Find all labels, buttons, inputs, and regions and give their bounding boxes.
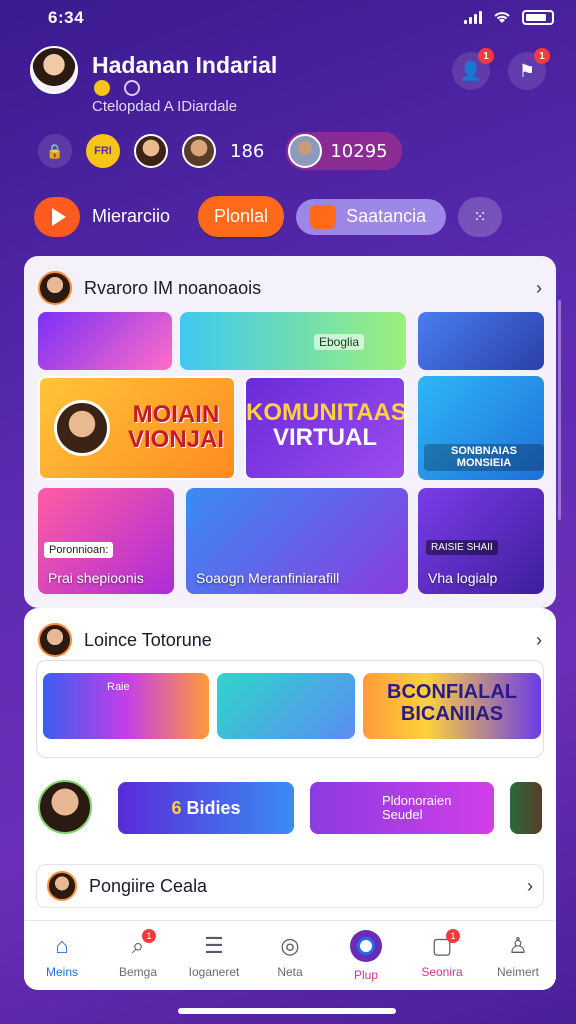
tile-label: Prai shepioonis xyxy=(48,570,144,586)
promo-row: 6 Bidies Pldonoraien Seudel xyxy=(38,780,542,836)
feed-tile[interactable]: SONBNAIAS MONSIEIA xyxy=(418,376,544,480)
play-label: Mierarciio xyxy=(92,206,171,226)
list-avatar xyxy=(47,871,77,901)
feed-tile-featured[interactable]: KOMUNITAAS VIRTUAL xyxy=(244,376,406,480)
chevron-right-icon[interactable]: › xyxy=(527,876,533,897)
signal-icon xyxy=(464,10,482,24)
friend-avatar[interactable] xyxy=(182,134,216,168)
tile-tag: RAISIE SHAII xyxy=(426,540,498,555)
tile-headline: KOMUNITAAS VIRTUAL xyxy=(246,399,406,452)
feed-avatar xyxy=(38,271,72,305)
friends-count: 186 xyxy=(230,140,265,162)
feed-card: Rvaroro IM noanoaois › Eboglia MOIAIN VIO… xyxy=(24,256,556,608)
list-title: Pongiire Ceala xyxy=(89,875,208,896)
nav-notes[interactable]: ☰ Ioganeret xyxy=(179,933,249,979)
tile-tag: Eboglia xyxy=(314,334,365,350)
tile-headline: SONBNAIAS MONSIEIA xyxy=(424,444,544,472)
chat-icon xyxy=(310,204,337,229)
wifi-icon xyxy=(494,12,510,23)
stats-row: 🔒 FRI 186 10295 xyxy=(38,132,402,170)
carousel-tag: Raie xyxy=(107,681,130,693)
group-avatar xyxy=(288,134,323,168)
status-time: 6:34 xyxy=(48,8,85,27)
profile-icon: ♙ xyxy=(508,932,528,958)
home-icon: ⌂ xyxy=(55,932,69,958)
nav-home[interactable]: ⌂ Meins xyxy=(27,933,97,979)
tile-label: Vha logialp xyxy=(428,570,498,586)
grid-dots-icon: ⁙ xyxy=(473,208,487,226)
feed-card-header[interactable]: Rvaroro IM noanoaois › xyxy=(24,256,556,308)
notifications-button[interactable]: 👤 1 xyxy=(452,48,494,90)
nav-search[interactable]: ⌕ 1 Bemga xyxy=(103,928,173,979)
tile-face xyxy=(54,400,110,456)
list-item[interactable]: Pongiire Ceala › xyxy=(36,864,544,908)
secondary-button[interactable]: Saatancia xyxy=(296,198,447,235)
alerts-button[interactable]: ⚑ 1 xyxy=(508,48,550,90)
carousel-headline: BCONFIALAL BICANIIAS xyxy=(387,681,517,725)
carousel-item[interactable] xyxy=(217,673,355,739)
alert-badge: 1 xyxy=(534,48,550,64)
carousel-item[interactable]: BCONFIALAL BICANIIAS xyxy=(363,673,541,739)
bell-user-icon: 👤 xyxy=(459,60,483,81)
home-indicator[interactable] xyxy=(178,1008,396,1014)
tile-tag: Poronnioan: xyxy=(44,542,114,558)
secondary-label: Saatancia xyxy=(346,206,427,226)
explore-icon: ◎ xyxy=(280,932,300,958)
status-icons xyxy=(464,9,554,25)
nav-explore[interactable]: ◎ Neta xyxy=(255,933,325,979)
chevron-right-icon[interactable]: › xyxy=(536,278,542,299)
carousel-strip: Raie BCONFIALAL BICANIIAS xyxy=(36,660,544,758)
nav-badge: 1 xyxy=(142,928,156,943)
nav-badge: 1 xyxy=(446,928,460,943)
action-row: Mierarciio Plonlal Saatancia ⁙ xyxy=(34,196,503,237)
section-avatar xyxy=(38,623,72,657)
section-title: Loince Totorune xyxy=(84,629,212,650)
profile-subtitle: Ctelopdad A IDiardale xyxy=(92,98,238,115)
promo-avatar[interactable] xyxy=(38,780,92,834)
feed-tile[interactable]: RAISIE SHAII Vha logialp xyxy=(418,488,544,594)
play-button[interactable]: Mierarciio xyxy=(34,196,171,237)
promo-button[interactable] xyxy=(510,782,542,834)
gold-chip[interactable]: FRI xyxy=(86,134,120,168)
primary-button[interactable]: Plonlal xyxy=(198,196,285,237)
feed-title: Rvaroro IM noanoaois xyxy=(84,277,262,298)
score-pill[interactable]: 10295 xyxy=(286,132,402,170)
gold-badge-icon xyxy=(94,80,110,96)
nav-inbox[interactable]: ▢ 1 Seonira xyxy=(407,928,477,979)
feed-tile[interactable]: Poronnioan: Prai shepioonis xyxy=(38,488,174,594)
more-button[interactable]: ⁙ xyxy=(458,196,503,237)
promo-button[interactable]: Pldonoraien Seudel xyxy=(310,782,494,834)
bottom-nav: ⌂ Meins ⌕ 1 Bemga ☰ Ioganeret ◎ Neta Plup… xyxy=(24,920,556,990)
alert-icon: ⚑ xyxy=(518,60,536,81)
carousel-item[interactable]: Raie xyxy=(43,673,209,739)
nav-play[interactable]: Plup xyxy=(331,929,401,982)
lock-chip[interactable]: 🔒 xyxy=(38,134,72,168)
chevron-right-icon[interactable]: › xyxy=(536,630,542,651)
profile-badges xyxy=(94,80,140,96)
score-value: 10295 xyxy=(330,140,388,162)
feed-tile[interactable] xyxy=(38,312,172,370)
feed-tile[interactable]: Eboglia xyxy=(180,312,406,370)
scrollbar[interactable] xyxy=(558,300,561,520)
search-icon: ⌕ 1 xyxy=(124,928,156,959)
feed-tile[interactable]: Soaogn Meranfiniarafill xyxy=(186,488,408,594)
center-play-icon xyxy=(350,929,382,962)
feed-tile-featured[interactable]: MOIAIN VIONJAI xyxy=(38,376,236,480)
ring-badge-icon xyxy=(124,80,140,96)
notes-icon: ☰ xyxy=(204,932,224,958)
feed-tile[interactable] xyxy=(418,312,544,370)
tile-headline: MOIAIN VIONJAI xyxy=(127,401,224,454)
play-icon xyxy=(34,196,80,237)
notification-badge: 1 xyxy=(478,48,494,64)
profile-avatar[interactable] xyxy=(30,46,78,94)
inbox-icon: ▢ 1 xyxy=(428,928,460,959)
tile-label: Soaogn Meranfiniarafill xyxy=(196,570,340,586)
nav-profile[interactable]: ♙ Neimert xyxy=(483,933,553,979)
battery-icon xyxy=(522,9,554,25)
profile-name: Hadanan Indarial xyxy=(92,52,278,78)
promo-button[interactable]: 6 Bidies xyxy=(118,782,294,834)
lock-icon: 🔒 xyxy=(46,142,64,159)
friend-avatar[interactable] xyxy=(134,134,168,168)
section-header[interactable]: Loince Totorune › xyxy=(24,608,556,660)
